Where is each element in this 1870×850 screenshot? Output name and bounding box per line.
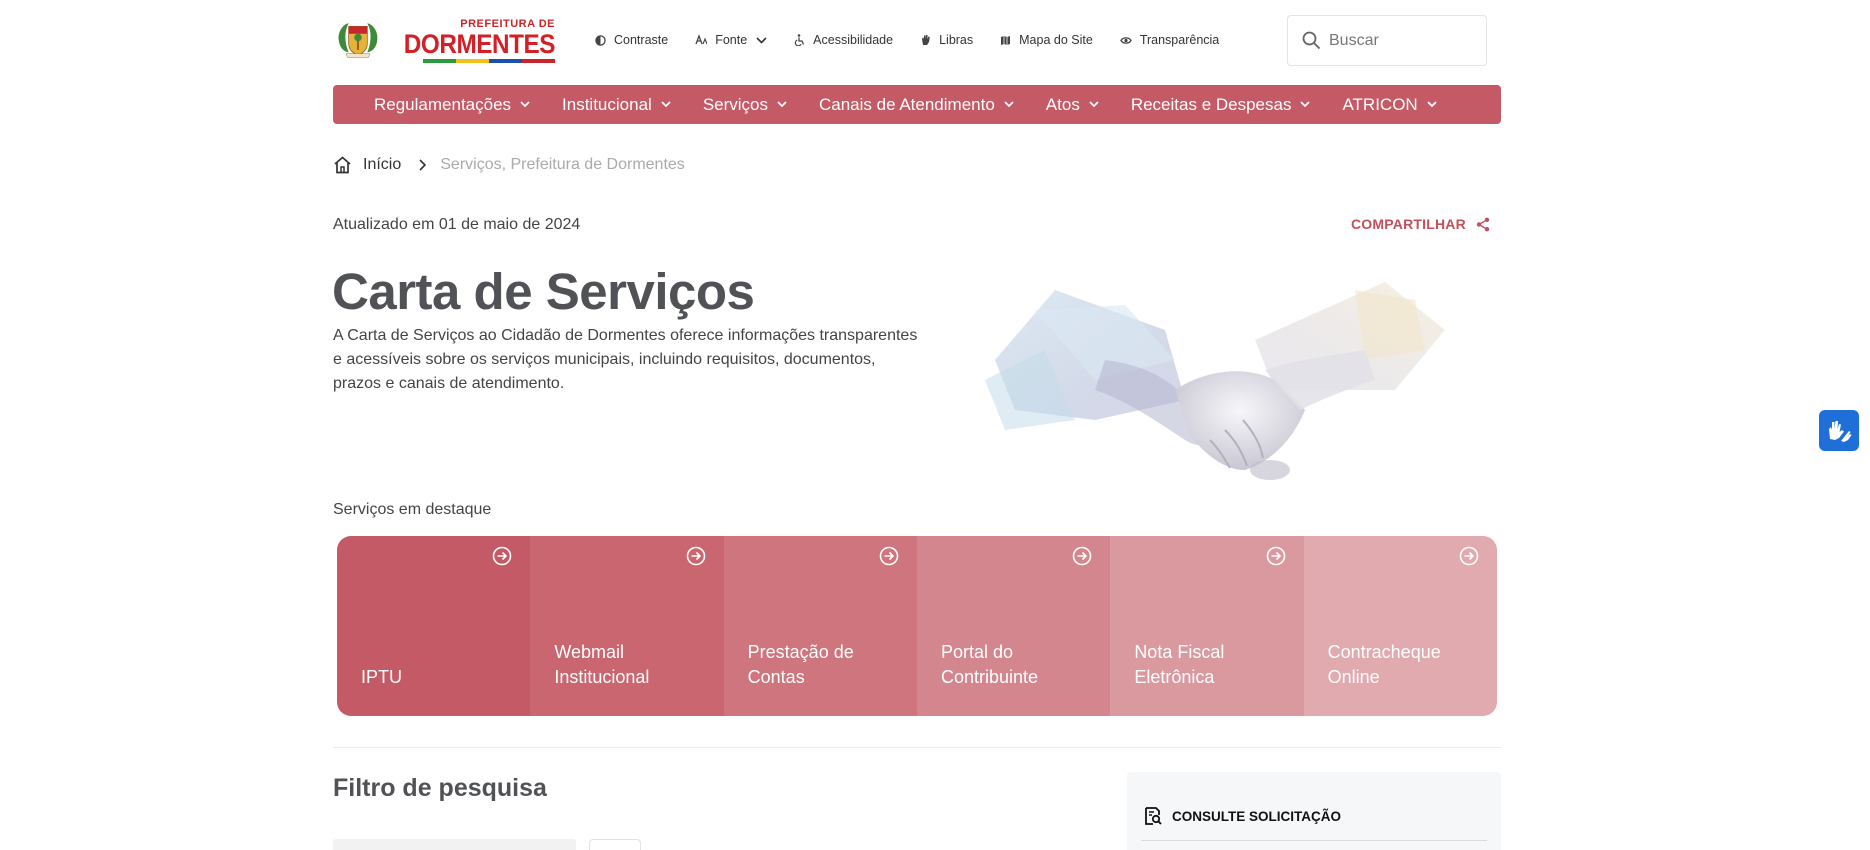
- accessibility-button[interactable]: Acessibilidade: [794, 33, 893, 47]
- section-divider: [333, 747, 1501, 748]
- nav-item-label: Canais de Atendimento: [819, 94, 995, 114]
- font-size-label: Fonte: [715, 33, 748, 47]
- chevron-down-icon: [520, 101, 530, 108]
- service-card-prestacao-de-contas[interactable]: Prestação de Contas: [723, 536, 917, 716]
- service-card-label: Webmail Institucional: [554, 642, 650, 687]
- arrow-circle-right-icon: [1459, 546, 1479, 566]
- sitemap-button[interactable]: Mapa do Site: [1000, 33, 1093, 47]
- nav-item-atos[interactable]: Atos: [1046, 95, 1099, 115]
- share-icon: [1476, 217, 1490, 231]
- featured-services-label: Serviços em destaque: [333, 501, 492, 518]
- chevron-right-icon: [419, 159, 427, 171]
- nav-item-servicos[interactable]: Serviços: [703, 95, 787, 115]
- arrow-circle-right-icon: [879, 546, 899, 566]
- filter-title: Filtro de pesquisa: [333, 774, 547, 802]
- nav-item-regulamentacoes[interactable]: Regulamentações: [374, 95, 530, 115]
- chevron-down-icon: [1004, 101, 1014, 108]
- filter-button[interactable]: [589, 839, 641, 850]
- sitemap-label: Mapa do Site: [1019, 33, 1093, 47]
- nav-item-canais-de-atendimento[interactable]: Canais de Atendimento: [819, 95, 1014, 115]
- chevron-down-icon: [1300, 101, 1311, 108]
- page-description: A Carta de Serviços ao Cidadão de Dormen…: [333, 327, 918, 392]
- municipal-seal-icon: [338, 23, 378, 58]
- nav-item-label: Serviços: [702, 94, 768, 114]
- featured-services: IPTU Webmail Institucional Prestação de …: [337, 536, 1497, 716]
- sign-hand-icon: [922, 35, 930, 45]
- logo-stripe: [423, 58, 555, 63]
- arrow-circle-right-icon: [493, 546, 512, 566]
- font-size-icon: [695, 34, 708, 45]
- nav-item-label: Receitas e Despesas: [1130, 94, 1292, 114]
- top-bar: PREFEITURA DE DORMENTES Contraste Fonte …: [333, 8, 1501, 72]
- service-card-nota-fiscal[interactable]: Nota Fiscal Eletrônica: [1110, 536, 1304, 716]
- search-input[interactable]: [1329, 31, 1469, 50]
- service-card-portal-do-contribuinte[interactable]: Portal do Contribuinte: [916, 536, 1111, 716]
- nav-item-institucional[interactable]: Institucional: [562, 95, 671, 115]
- service-card-webmail[interactable]: Webmail Institucional: [530, 536, 724, 716]
- nav-item-label: Regulamentações: [374, 94, 512, 114]
- font-size-dropdown[interactable]: Fonte: [695, 33, 767, 47]
- eye-icon: [1120, 36, 1132, 44]
- consult-divider: [1141, 840, 1487, 841]
- transparency-label: Transparência: [1139, 33, 1220, 47]
- chevron-down-icon: [756, 36, 767, 44]
- service-card-label: Prestação de Contas: [747, 642, 854, 687]
- service-card-label: Portal do Contribuinte: [940, 642, 1039, 687]
- handshake-illustration: [985, 282, 1445, 480]
- breadcrumb-current: Serviços, Prefeitura de Dormentes: [440, 156, 685, 173]
- consult-request-header[interactable]: CONSULTE SOLICITAÇÃO: [1145, 807, 1341, 825]
- arrow-circle-right-icon: [1266, 546, 1285, 566]
- libras-label: Libras: [939, 33, 974, 47]
- consult-request-label: CONSULTE SOLICITAÇÃO: [1172, 808, 1341, 824]
- nav-item-receitas-e-despesas[interactable]: Receitas e Despesas: [1131, 95, 1311, 115]
- updated-date: Atualizado em 01 de maio de 2024: [333, 216, 581, 233]
- contrast-icon: [595, 34, 606, 46]
- site-logo[interactable]: PREFEITURA DE DORMENTES: [335, 10, 555, 70]
- wheelchair-icon: [795, 34, 805, 46]
- sign-language-icon: [1829, 420, 1852, 442]
- service-card-contracheque[interactable]: Contracheque Online: [1303, 536, 1497, 716]
- map-icon: [1001, 35, 1011, 45]
- logo-text-big: DORMENTES: [403, 28, 556, 59]
- breadcrumb-home-link[interactable]: Início: [363, 156, 401, 174]
- nav-item-label: ATRICON: [1342, 94, 1418, 114]
- search-box[interactable]: [1287, 15, 1487, 66]
- breadcrumb: Início Serviços, Prefeitura de Dormentes: [333, 156, 685, 174]
- arrow-circle-right-icon: [1073, 546, 1092, 566]
- chevron-down-icon: [1427, 101, 1437, 108]
- chevron-down-icon: [1089, 101, 1099, 108]
- share-button[interactable]: COMPARTILHAR: [1351, 216, 1490, 232]
- page-title: Carta de Serviços: [332, 263, 755, 320]
- service-card-label: Contracheque Online: [1327, 642, 1441, 687]
- service-card-label: IPTU: [361, 667, 403, 687]
- contrast-button[interactable]: Contraste: [595, 33, 668, 47]
- search-icon: [1302, 31, 1321, 50]
- arrow-circle-right-icon: [686, 546, 705, 566]
- service-card-label: Nota Fiscal Eletrônica: [1134, 642, 1225, 687]
- accessibility-label: Acessibilidade: [813, 33, 894, 47]
- chevron-down-icon: [777, 101, 787, 108]
- libras-button[interactable]: Libras: [920, 33, 973, 47]
- consult-request-panel: CONSULTE SOLICITAÇÃO: [1127, 772, 1501, 850]
- nav-item-atricon[interactable]: ATRICON: [1342, 94, 1437, 115]
- share-label: COMPARTILHAR: [1351, 216, 1466, 232]
- accessibility-toolbar: Contraste Fonte Acessibilidade Libras Ma…: [595, 8, 1246, 72]
- main-nav: Regulamentações Institucional Serviços C…: [333, 85, 1501, 124]
- document-search-icon: [1145, 807, 1162, 825]
- contrast-label: Contraste: [614, 33, 669, 47]
- service-card-iptu[interactable]: IPTU: [337, 536, 531, 716]
- nav-item-label: Institucional: [562, 94, 652, 114]
- nav-item-label: Atos: [1045, 94, 1080, 114]
- chevron-down-icon: [661, 101, 671, 108]
- libras-widget-button[interactable]: [1819, 410, 1859, 451]
- home-icon[interactable]: [333, 156, 352, 174]
- transparency-button[interactable]: Transparência: [1120, 33, 1219, 47]
- filter-field[interactable]: [333, 839, 576, 850]
